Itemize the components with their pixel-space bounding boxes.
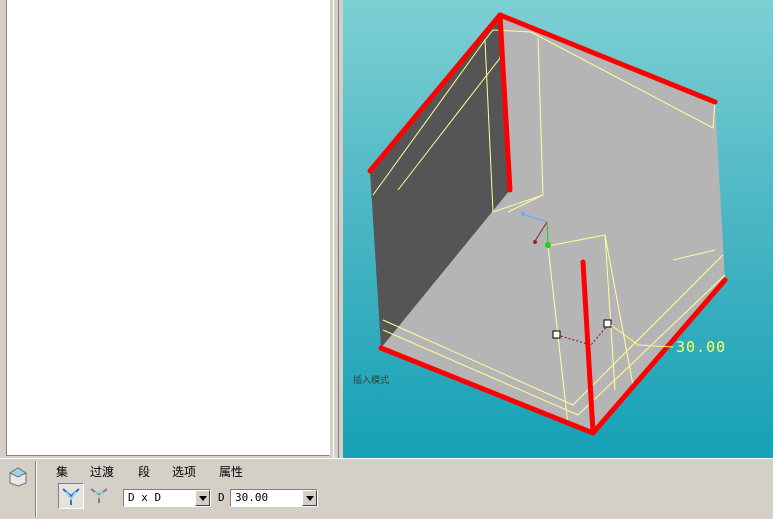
tab-transitions[interactable]: 过渡 [90, 463, 114, 480]
tab-sets[interactable]: 集 [56, 463, 68, 480]
dimension-value-label[interactable]: 30.00 [676, 338, 726, 356]
transition-mode-icon [90, 488, 108, 503]
insert-mode-label: 插入模式 [353, 376, 390, 386]
chevron-down-icon[interactable] [195, 490, 210, 506]
chamfer-scheme-value: D x D [128, 491, 162, 504]
chevron-down-icon[interactable] [302, 490, 317, 506]
chamfer-dashboard: 集 过渡 段 选项 属性 D x D D 30.00 [0, 458, 773, 519]
graphics-viewport[interactable]: 插入模式 30.00 [343, 0, 773, 458]
d-value-input[interactable]: 30.00 [230, 489, 318, 507]
set-mode-icon [62, 488, 80, 505]
tab-pieces[interactable]: 段 [138, 463, 150, 480]
set-mode-button[interactable] [58, 483, 84, 509]
d-label: D [218, 491, 225, 504]
navigator-pane [0, 0, 343, 460]
tab-options[interactable]: 选项 [172, 463, 196, 480]
chamfer-scheme-select[interactable]: D x D [123, 489, 211, 507]
model-tree[interactable] [6, 0, 330, 456]
tab-properties[interactable]: 属性 [219, 463, 243, 480]
dashboard-separator [35, 461, 37, 517]
chamfer-feature-icon [8, 467, 28, 487]
pane-splitter[interactable] [333, 0, 339, 458]
d-value: 30.00 [235, 491, 269, 504]
model-view[interactable] [343, 0, 773, 458]
transition-mode-button[interactable] [87, 483, 113, 509]
